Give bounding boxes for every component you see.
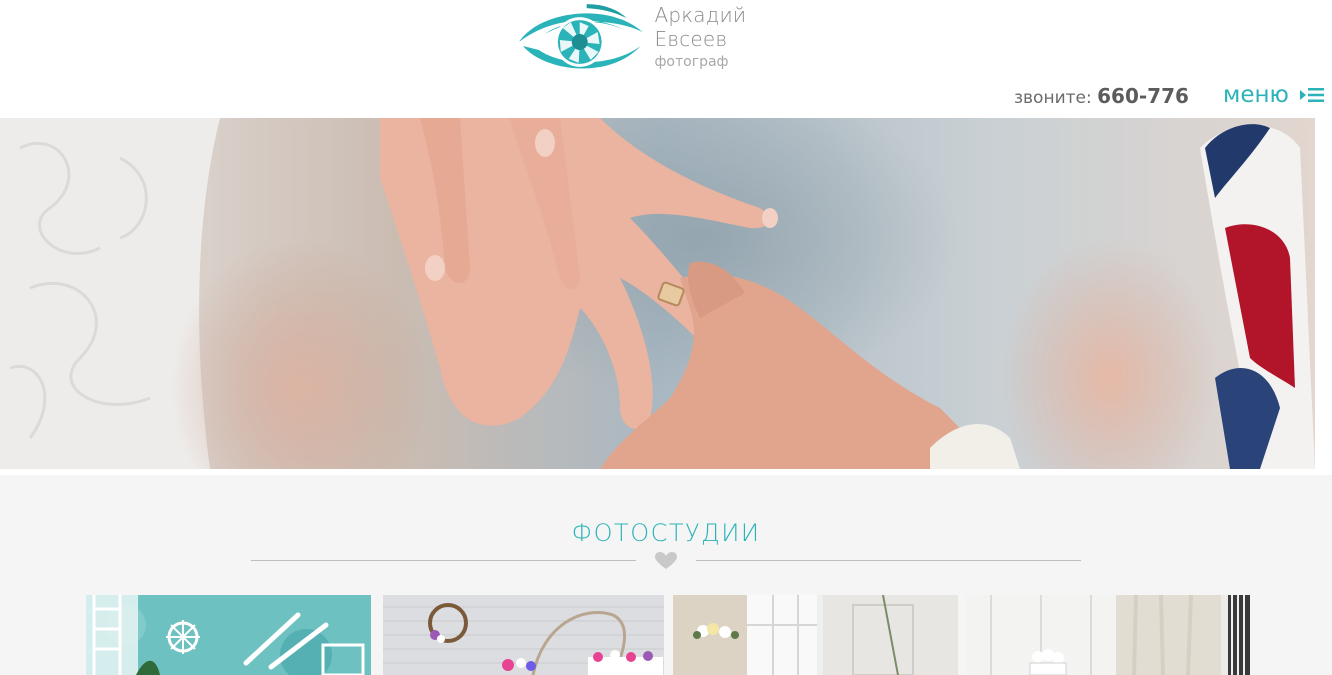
menu-label: меню [1223, 82, 1289, 108]
wedding-ring-hands-photo [0, 118, 1315, 469]
studio-white-flowers-window [673, 595, 958, 675]
studio-turquoise-marine [86, 595, 371, 675]
divider-right [696, 560, 1081, 561]
menu-button[interactable]: меню [1223, 82, 1324, 108]
eye-aperture-icon [518, 4, 643, 69]
divider-left [251, 560, 636, 561]
heart-icon [655, 552, 677, 569]
phone-contact: звоните: 660-776 [1014, 84, 1189, 108]
site-logo[interactable]: Аркадий Евсеев фотограф [515, 2, 825, 78]
studio-card[interactable] [673, 595, 958, 675]
phone-number[interactable]: 660-776 [1097, 84, 1189, 108]
logo-subtitle: фотограф [654, 53, 729, 70]
studios-section: ФОТОСТУДИИ [0, 475, 1332, 675]
studio-card[interactable] [86, 595, 371, 675]
hero-banner [0, 118, 1315, 469]
section-title: ФОТОСТУДИИ [571, 519, 761, 547]
studio-white-brick-wreath [383, 595, 664, 675]
site-header: Аркадий Евсеев фотограф звоните: 660-776… [0, 0, 1332, 118]
studios-gallery [0, 595, 1332, 675]
studio-card[interactable] [383, 595, 664, 675]
logo-name: Аркадий Евсеев [654, 2, 747, 51]
phone-label: звоните: [1014, 88, 1092, 108]
logo-text: Аркадий Евсеев фотограф [654, 3, 825, 70]
studio-white-curtains [966, 595, 1250, 675]
studio-card[interactable] [966, 595, 1250, 675]
menu-list-icon [1299, 88, 1324, 102]
